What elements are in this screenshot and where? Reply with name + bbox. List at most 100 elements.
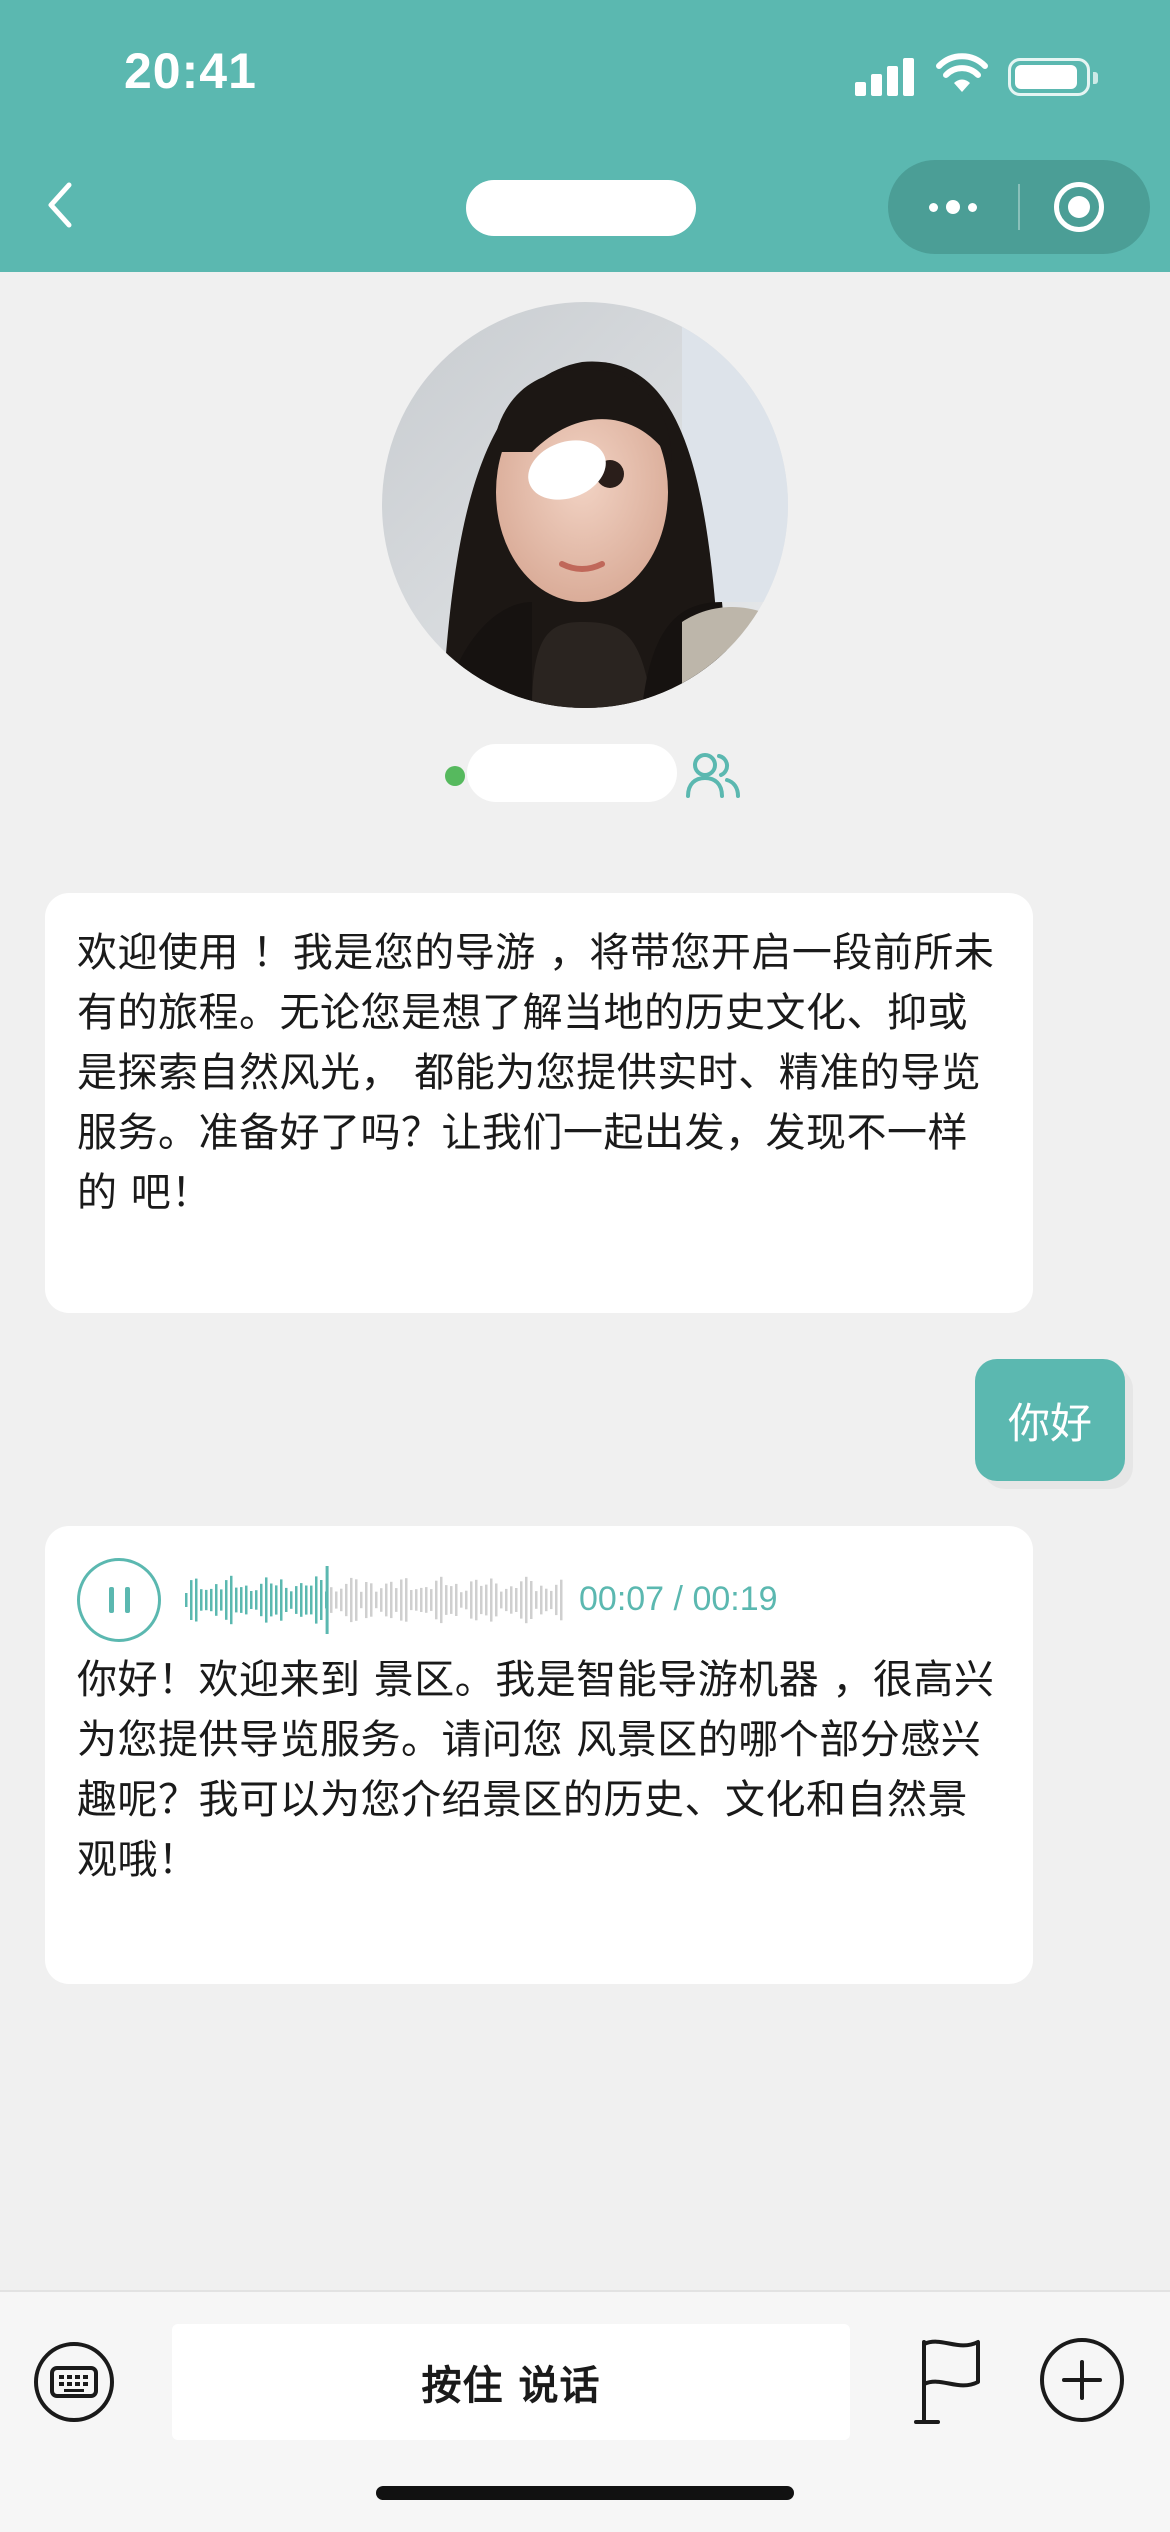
profile-status <box>445 742 755 812</box>
audio-current-time: 00:07 <box>579 1580 665 1618</box>
waveform-bar <box>540 1585 543 1615</box>
waveform-bar <box>525 1576 528 1624</box>
waveform-bar <box>215 1584 218 1616</box>
waveform-bar <box>265 1577 268 1623</box>
waveform-bar <box>395 1588 398 1612</box>
waveform-bar <box>330 1587 333 1613</box>
waveform-bar <box>380 1588 383 1612</box>
people-icon[interactable] <box>685 750 741 800</box>
message-text: 你好 <box>1007 1398 1092 1448</box>
battery-icon <box>1008 58 1098 96</box>
waveform-bar <box>275 1585 278 1615</box>
waveform-bar <box>385 1583 388 1617</box>
waveform-bar <box>425 1587 428 1613</box>
waveform-bar <box>315 1576 318 1624</box>
message-bubble-user: 你好 <box>975 1359 1133 1489</box>
audio-time-separator: / <box>664 1580 693 1618</box>
waveform-bar <box>520 1581 523 1619</box>
target-circle-icon[interactable] <box>1054 182 1104 232</box>
waveform-bar <box>295 1586 298 1614</box>
waveform-bar <box>190 1580 193 1620</box>
keyboard-icon <box>50 2366 98 2398</box>
status-time: 20:41 <box>124 43 257 99</box>
waveform-bar <box>485 1584 488 1616</box>
waveform-bar <box>475 1579 478 1621</box>
header: 20:41 <box>0 0 1170 272</box>
message-text: 欢迎使用 ！我是您的导游 ，将带您开启一段前所未有的旅程。无论您是想了解当地的历… <box>77 930 995 1216</box>
waveform-bar <box>455 1583 458 1616</box>
audio-time: 00:07 / 00:19 <box>579 1580 778 1619</box>
waveform-bar <box>460 1592 463 1608</box>
avatar <box>382 302 788 708</box>
waveform-bar <box>490 1578 493 1622</box>
waveform-bar <box>300 1583 303 1617</box>
miniapp-capsule <box>888 160 1150 254</box>
waveform-bar <box>430 1589 433 1611</box>
waveform-bar <box>285 1587 288 1612</box>
waveform-bar <box>340 1588 343 1612</box>
more-dots-icon[interactable] <box>918 160 988 254</box>
waveform-bar <box>550 1590 553 1610</box>
message-bubble-welcome: 欢迎使用 ！我是您的导游 ，将带您开启一段前所未有的旅程。无论您是想了解当地的历… <box>45 893 1033 1313</box>
pause-icon <box>108 1587 114 1613</box>
message-bubble-reply: 00:07 / 00:19 你好！欢迎来到 景区。我是智能导游机器 ，很高兴为您… <box>45 1526 1033 1984</box>
waveform-bar <box>270 1583 273 1617</box>
waveform-bar <box>225 1580 228 1620</box>
signal-icon <box>855 56 915 96</box>
waveform-bar <box>210 1588 213 1612</box>
waveform-bar <box>400 1579 403 1621</box>
waveform-bar <box>235 1587 238 1613</box>
waveform-bar <box>345 1583 348 1617</box>
waveform-bar <box>230 1575 233 1625</box>
waveform-bar <box>405 1578 408 1622</box>
waveform-bar <box>500 1591 503 1609</box>
audio-total-time: 00:19 <box>692 1580 778 1618</box>
back-button[interactable] <box>30 175 90 235</box>
waveform-bar <box>415 1589 418 1611</box>
waveform-bar <box>365 1582 368 1619</box>
pause-button[interactable] <box>77 1558 161 1642</box>
waveform-bar <box>280 1579 283 1621</box>
waveform-bar <box>260 1583 263 1617</box>
waveform-bar <box>555 1584 558 1616</box>
waveform-bar <box>560 1579 563 1621</box>
playhead[interactable] <box>325 1566 329 1634</box>
waveform-bar <box>220 1589 223 1611</box>
waveform-bar <box>185 1593 188 1607</box>
waveform-bar <box>310 1585 313 1615</box>
message-text: 你好！欢迎来到 景区。我是智能导游机器 ，很高兴为您提供导览服务。请问您 风景区… <box>77 1657 995 1883</box>
waveform-bar <box>450 1586 453 1614</box>
waveform-bar <box>195 1578 198 1622</box>
waveform-bar <box>390 1581 393 1619</box>
waveform-bar <box>245 1585 248 1615</box>
chevron-left-icon <box>48 182 72 228</box>
waveform-bar <box>510 1586 513 1614</box>
waveform-bar <box>240 1587 243 1613</box>
waveform-bar <box>470 1581 473 1619</box>
home-indicator <box>376 2486 794 2500</box>
waveform-bar <box>290 1591 293 1609</box>
plus-circle-icon[interactable] <box>1040 2338 1124 2422</box>
waveform-bar <box>360 1591 363 1609</box>
profile-name-redacted <box>467 744 677 802</box>
waveform-bar <box>435 1580 438 1620</box>
waveform-bar <box>465 1590 468 1610</box>
hold-to-talk-button[interactable]: 按住 说话 <box>172 2324 850 2440</box>
waveform-bar <box>320 1580 323 1620</box>
waveform-bar <box>375 1591 378 1609</box>
waveform-bar <box>480 1585 483 1615</box>
waveform-bar <box>305 1585 308 1615</box>
wifi-icon <box>936 53 988 92</box>
waveform-bar <box>370 1583 373 1617</box>
waveform-bar <box>505 1588 508 1612</box>
flag-icon[interactable] <box>912 2332 992 2428</box>
waveform-bar <box>355 1579 358 1621</box>
waveform-bar <box>515 1588 518 1612</box>
waveform-bar <box>200 1589 203 1611</box>
page-title-redacted <box>466 180 696 236</box>
waveform-bar <box>530 1581 533 1619</box>
audio-waveform[interactable] <box>185 1562 565 1638</box>
online-indicator <box>445 766 465 786</box>
keyboard-button[interactable] <box>34 2342 114 2422</box>
waveform-bar <box>445 1585 448 1615</box>
